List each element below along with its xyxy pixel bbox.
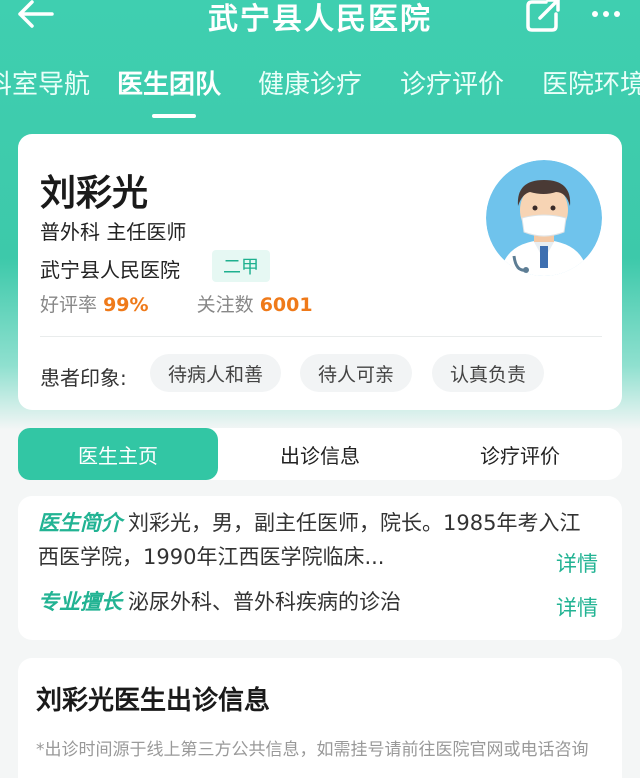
share-button[interactable] — [524, 0, 564, 32]
schedule-note: *出诊时间源于线上第三方公共信息，如需挂号请前往医院官网或电话咨询 — [36, 740, 589, 760]
rating-label: 好评率 — [40, 294, 98, 316]
page-title: 武宁县人民医院 — [208, 2, 432, 37]
doctor-specialty: 专业擅长 泌尿外科、普外科疾病的诊治 — [38, 586, 401, 616]
follow-label: 关注数 — [196, 294, 254, 316]
share-icon — [526, 0, 560, 32]
doctor-department-title: 普外科 主任医师 — [40, 220, 187, 244]
arrow-left-icon — [18, 0, 54, 28]
tab-department-nav[interactable]: 科室导航 — [0, 64, 90, 101]
intro-detail-link[interactable]: 详情 — [556, 548, 598, 578]
doctor-name: 刘彩光 — [40, 173, 149, 214]
tab-health-treatment[interactable]: 健康诊疗 — [258, 64, 362, 101]
impression-tag[interactable]: 认真负责 — [432, 354, 545, 392]
rating-row: 好评率 99% 关注数 6001 — [40, 290, 313, 317]
intro-label: 医生简介 — [38, 511, 122, 535]
divider — [40, 336, 602, 337]
tab-doctor-team[interactable]: 医生团队 — [117, 64, 221, 101]
rating-value: 99% — [103, 294, 149, 316]
specialty-detail-link[interactable]: 详情 — [556, 592, 598, 622]
schedule-card: 刘彩光医生出诊信息 *出诊时间源于线上第三方公共信息，如需挂号请前往医院官网或电… — [18, 658, 622, 778]
specialty-text: 泌尿外科、普外科疾病的诊治 — [128, 590, 401, 614]
doctor-avatar-icon — [486, 160, 602, 276]
patient-impression-label: 患者印象: — [40, 366, 127, 390]
doctor-profile-card: 刘彩光 普外科 主任医师 武宁县人民医院 二甲 好评率 99% 关注数 6001… — [18, 134, 622, 410]
doctor-intro: 医生简介 刘彩光，男，副主任医师，院长。1985年考入江西医学院，1990年江西医… — [38, 506, 598, 574]
more-dots-icon — [592, 11, 598, 17]
active-tab-indicator — [152, 114, 196, 118]
tab-doctor-homepage[interactable]: 医生主页 — [18, 428, 218, 480]
tab-schedule-info[interactable]: 出诊信息 — [220, 428, 420, 480]
tab-treatment-reviews[interactable]: 诊疗评价 — [420, 428, 620, 480]
top-bar: 武宁县人民医院 — [0, 0, 640, 40]
follow-value: 6001 — [259, 294, 313, 316]
avatar — [486, 160, 602, 276]
doctor-intro-card: 医生简介 刘彩光，男，副主任医师，院长。1985年考入江西医学院，1990年江西医… — [18, 496, 622, 640]
doctor-section-tabs: 医生主页 出诊信息 诊疗评价 — [18, 428, 622, 480]
back-button[interactable] — [14, 0, 58, 32]
more-button[interactable] — [584, 0, 628, 28]
doctor-hospital: 武宁县人民医院 — [40, 258, 180, 282]
tab-hospital-environment[interactable]: 医院环境 — [542, 64, 640, 101]
hospital-tabs: 科室导航 医生团队 健康诊疗 诊疗评价 医院环境 — [0, 64, 640, 120]
hospital-grade-badge: 二甲 — [212, 250, 270, 282]
impression-tag[interactable]: 待人可亲 — [300, 354, 413, 392]
specialty-label: 专业擅长 — [38, 590, 122, 614]
tab-treatment-reviews[interactable]: 诊疗评价 — [400, 64, 504, 101]
schedule-title: 刘彩光医生出诊信息 — [36, 686, 271, 716]
impression-tag[interactable]: 待病人和善 — [150, 354, 282, 392]
